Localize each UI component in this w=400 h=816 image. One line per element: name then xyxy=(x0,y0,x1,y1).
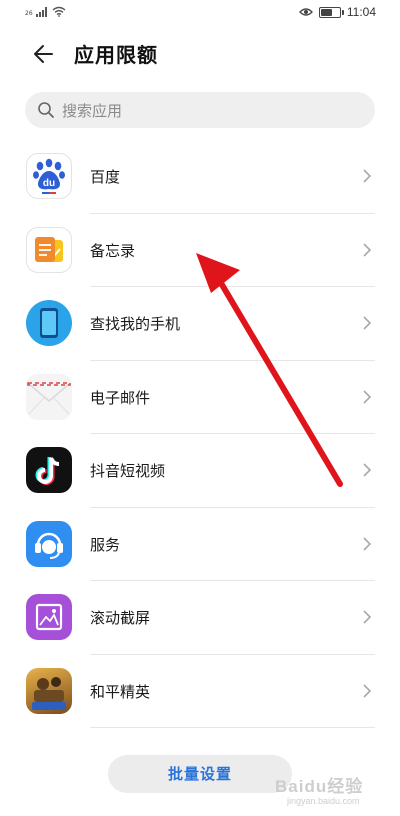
service-icon xyxy=(26,520,72,567)
eye-comfort-icon xyxy=(298,8,313,16)
game-peace-elite-icon xyxy=(26,667,72,714)
status-bar: 26 11:04 xyxy=(0,0,400,26)
app-name: 和平精英 xyxy=(90,682,151,701)
status-time: 11:04 xyxy=(346,5,376,19)
app-name: 电子邮件 xyxy=(90,388,151,407)
list-item-scroll-screenshot[interactable]: 滚动截屏 xyxy=(0,581,400,655)
chevron-right-icon xyxy=(363,610,372,624)
find-phone-icon xyxy=(26,300,72,346)
watermark: Baidu经验 jingyan.baidu.com xyxy=(275,770,385,814)
batch-settings-button[interactable]: 批量设置 xyxy=(108,755,292,793)
network-type: 26 xyxy=(25,10,33,17)
app-name: 查找我的手机 xyxy=(90,315,181,333)
wifi-icon xyxy=(52,6,66,17)
chevron-right-icon xyxy=(363,536,372,551)
list-item-find-phone[interactable]: 查找我的手机 xyxy=(0,287,400,361)
status-right: 11:04 xyxy=(298,5,376,19)
search-placeholder: 搜索应用 xyxy=(62,102,123,120)
chevron-right-icon xyxy=(363,389,372,404)
divider xyxy=(90,727,375,728)
batch-settings-label: 批量设置 xyxy=(167,765,232,783)
chevron-right-icon xyxy=(363,169,372,183)
memo-icon xyxy=(26,226,72,273)
status-left: 26 xyxy=(25,6,66,17)
app-name: 百度 xyxy=(90,168,121,186)
scroll-screenshot-icon xyxy=(26,594,72,640)
back-arrow-icon[interactable] xyxy=(30,40,58,68)
app-name: 滚动截屏 xyxy=(90,609,151,627)
watermark-url: jingyan.baidu.com xyxy=(287,796,360,806)
page-title: 应用限额 xyxy=(74,43,158,67)
app-name: 备忘录 xyxy=(90,241,136,260)
list-item-memo[interactable]: 备忘录 xyxy=(0,214,400,287)
chevron-right-icon xyxy=(363,683,372,698)
baidu-icon: du xyxy=(26,153,72,199)
chevron-right-icon xyxy=(363,316,372,330)
app-name: 抖音短视频 xyxy=(90,462,166,480)
list-item-baidu[interactable]: du 百度 xyxy=(0,140,400,214)
email-icon xyxy=(26,373,72,420)
list-item-peace-elite[interactable]: 和平精英 xyxy=(0,655,400,728)
list-item-service[interactable]: 服务 xyxy=(0,508,400,581)
svg-text:du: du xyxy=(43,178,55,189)
app-header: 应用限额 xyxy=(0,30,400,76)
chevron-right-icon xyxy=(363,242,372,257)
app-name: 服务 xyxy=(90,535,121,554)
app-list: du 百度 备忘录 查找我的手机 电子邮件 抖音短视频 服务 滚动截屏 和平精英 xyxy=(0,140,400,728)
douyin-icon xyxy=(26,447,72,493)
watermark-text: Baidu经验 xyxy=(275,777,364,796)
signal-icon xyxy=(35,7,47,17)
chevron-right-icon xyxy=(363,463,372,477)
search-icon xyxy=(38,102,54,118)
battery-icon xyxy=(318,6,344,18)
search-input[interactable]: 搜索应用 xyxy=(25,92,375,128)
list-item-email[interactable]: 电子邮件 xyxy=(0,361,400,434)
list-item-douyin[interactable]: 抖音短视频 xyxy=(0,434,400,508)
